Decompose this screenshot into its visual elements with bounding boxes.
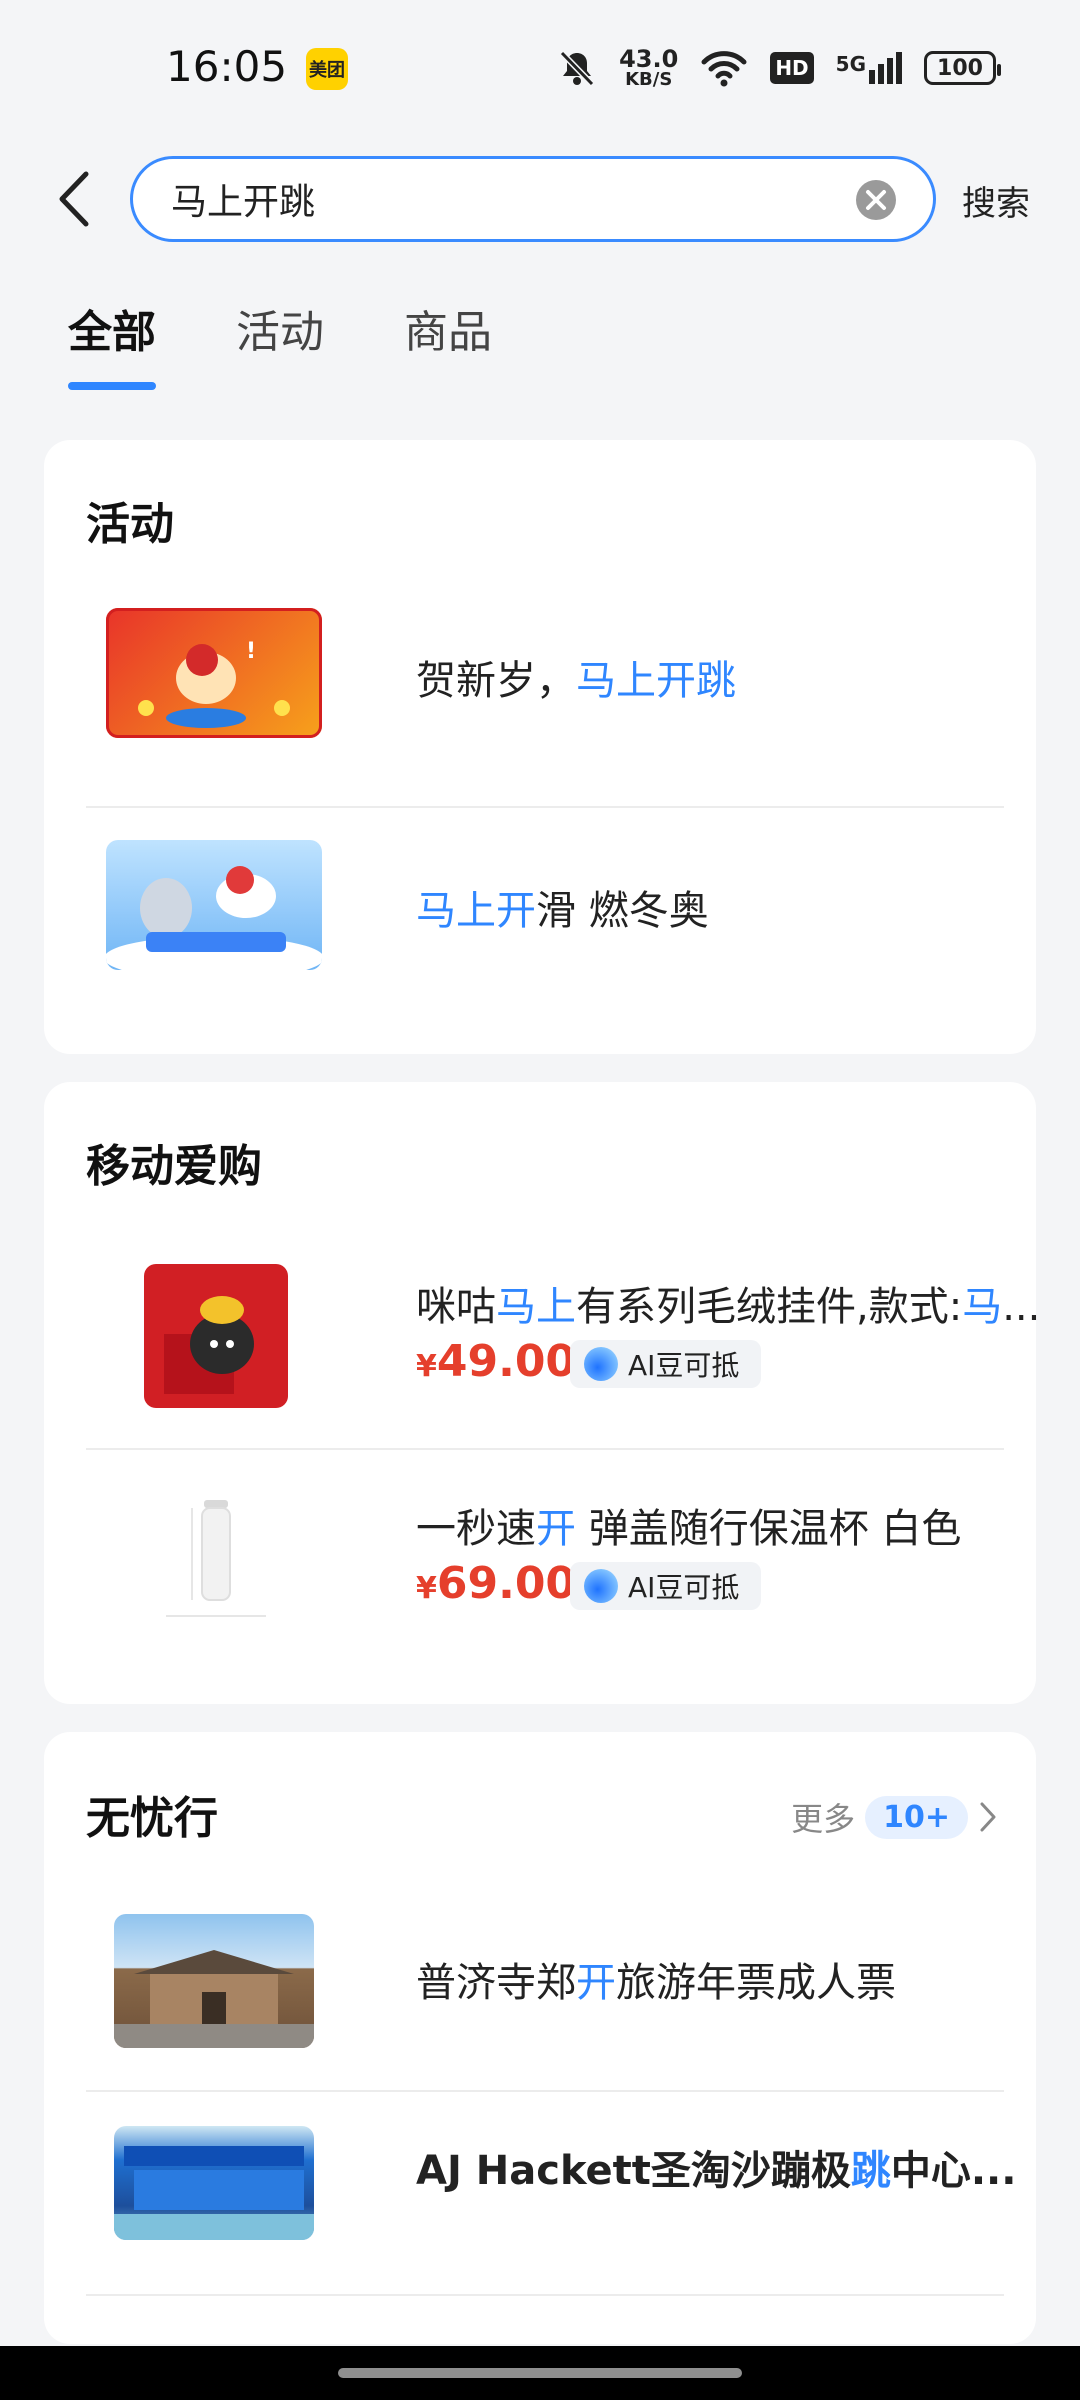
tab-all[interactable]: 全部 <box>68 296 156 390</box>
divider <box>86 2294 1004 2296</box>
activity-item[interactable]: ! 贺新岁，马上开跳 <box>86 600 1004 770</box>
chevron-left-icon <box>59 171 89 227</box>
ai-bean-tag: AI豆可抵 <box>570 1340 762 1388</box>
horse-illustration-icon: ! <box>106 608 322 738</box>
clear-search-button[interactable] <box>855 179 897 221</box>
net-speed-value: 43.0 <box>619 45 679 73</box>
ai-bean-icon <box>584 1347 618 1381</box>
product-price: ¥69.00 <box>416 1558 577 1609</box>
section-title: 无忧行 <box>86 1793 218 1844</box>
product-item[interactable]: 一秒速开 弹盖随行保温杯 白色 ¥69.00 AI豆可抵 <box>86 1486 1004 1656</box>
bungee-center-icon <box>114 2146 314 2240</box>
travel-item[interactable]: 普济寺郑开旅游年票成人票 <box>86 1908 1004 2068</box>
tab-products[interactable]: 商品 <box>404 296 492 360</box>
clear-icon <box>856 180 896 220</box>
plush-toy-icon <box>164 1296 254 1394</box>
activity-banner-image: ! <box>106 608 322 738</box>
signal-icon: 5G <box>836 52 902 84</box>
ai-bean-tag: AI豆可抵 <box>570 1562 762 1610</box>
travel-section: 无忧行 更多 10+ 普济寺郑开旅游年票成人票 AJ Hackett圣淘沙蹦极跳… <box>44 1732 1036 2344</box>
status-icons: 43.0 KB/S HD 5G 100 <box>557 40 1001 96</box>
meituan-app-icon: 美团 <box>306 48 348 90</box>
net-speed: 43.0 KB/S <box>619 47 678 89</box>
divider <box>86 2090 1004 2092</box>
chevron-right-icon <box>980 1802 996 1832</box>
product-price: ¥49.00 <box>416 1336 577 1387</box>
activity-item-title: 贺新岁，马上开跳 <box>416 658 736 704</box>
hd-badge: HD <box>770 52 814 84</box>
shop-section: 移动爱购 咪咕马上有系列毛绒挂件,款式:马... ¥49.00 AI豆可抵 一秒… <box>44 1082 1040 1704</box>
travel-item-title: 普济寺郑开旅游年票成人票 <box>416 1960 896 2006</box>
mute-bell-icon <box>559 50 595 87</box>
divider <box>86 806 1004 808</box>
status-time: 16:05 <box>166 42 288 91</box>
travel-image <box>114 2126 314 2240</box>
more-label: 更多 <box>791 1800 856 1838</box>
battery-icon: 100 <box>924 51 1001 85</box>
product-image <box>144 1264 288 1408</box>
product-title: 咪咕马上有系列毛绒挂件,款式:马... <box>416 1284 1041 1330</box>
network-type: 5G <box>835 52 866 76</box>
svg-text:!: ! <box>246 639 256 664</box>
tab-bar: 全部 活动 商品 <box>68 296 492 390</box>
travel-item-title: AJ Hackett圣淘沙蹦极跳中心... <box>416 2148 1017 2194</box>
product-title: 一秒速开 弹盖随行保温杯 白色 <box>416 1506 962 1552</box>
section-title: 移动爱购 <box>86 1141 262 1192</box>
search-input[interactable] <box>171 173 811 225</box>
winter-mascot-icon <box>106 866 322 970</box>
travel-image <box>114 1914 314 2048</box>
activity-section: 活动 ! 贺新岁，马上开跳 马上开滑 燃冬奥 <box>44 440 1036 1054</box>
status-bar: 16:05 美团 43.0 KB/S HD 5G 100 <box>0 0 1080 140</box>
net-speed-unit: KB/S <box>625 69 673 90</box>
back-button[interactable] <box>50 164 100 234</box>
activity-item-title: 马上开滑 燃冬奥 <box>416 888 709 934</box>
more-count-badge: 10+ <box>865 1795 968 1839</box>
activity-item[interactable]: 马上开滑 燃冬奥 <box>86 832 1004 1002</box>
search-button[interactable]: 搜索 <box>962 176 1030 225</box>
travel-item[interactable]: AJ Hackett圣淘沙蹦极跳中心... <box>86 2122 1016 2282</box>
home-indicator[interactable] <box>338 2368 742 2378</box>
divider <box>86 1448 1004 1450</box>
section-title: 活动 <box>86 499 174 550</box>
search-box[interactable] <box>130 156 936 242</box>
activity-banner-image <box>106 840 322 970</box>
wifi-icon <box>701 51 747 87</box>
ai-bean-icon <box>584 1569 618 1603</box>
product-item[interactable]: 咪咕马上有系列毛绒挂件,款式:马... ¥49.00 AI豆可抵 <box>86 1252 1040 1422</box>
temple-building-icon <box>114 1950 314 2048</box>
thermos-cup-icon <box>166 1500 266 1617</box>
product-image <box>126 1490 306 1630</box>
more-link[interactable]: 更多 10+ <box>791 1794 998 1840</box>
tab-activity[interactable]: 活动 <box>236 296 324 360</box>
